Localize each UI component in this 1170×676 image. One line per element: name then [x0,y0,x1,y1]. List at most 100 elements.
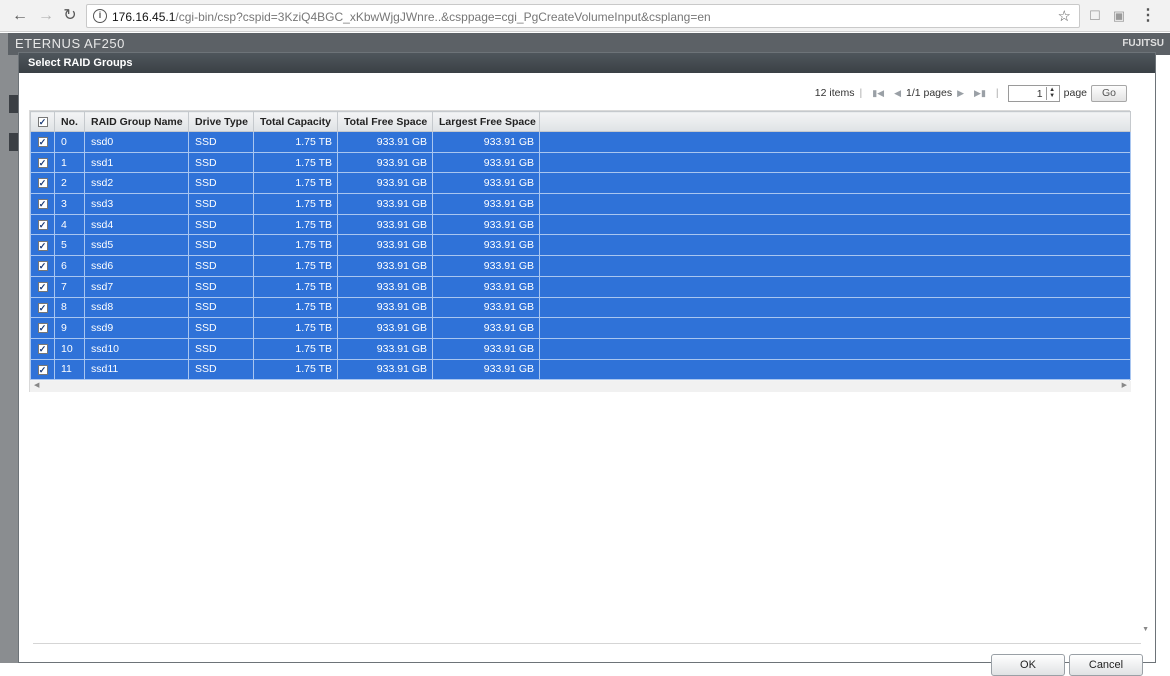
scroll-right-icon[interactable]: ▶ [1122,381,1127,389]
address-bar[interactable]: i 176.16.45.1/cgi-bin/csp?cspid=3KziQ4BG… [86,4,1080,28]
cell-total-capacity: 1.75 TB [253,358,338,381]
reload-icon[interactable]: ↻ [60,6,80,26]
forward-arrow-icon[interactable]: → [36,6,56,26]
row-checkbox[interactable]: ✓ [30,234,55,257]
page-number-value: 1 [1036,87,1043,100]
column-header-largest-free-space[interactable]: Largest Free Space [432,111,540,132]
kebab-menu-icon[interactable]: ⋮ [1140,5,1156,25]
row-checkbox[interactable]: ✓ [30,151,55,174]
first-page-icon[interactable]: ▮◀ [872,88,884,99]
ok-button[interactable]: OK [991,654,1065,676]
cell-name: ssd1 [84,151,189,174]
horizontal-scrollbar[interactable]: ◀ ▶ [30,381,1131,392]
column-header-total-capacity[interactable]: Total Capacity [253,111,338,132]
column-header-no[interactable]: No. [54,111,85,132]
scroll-left-icon[interactable]: ◀ [34,381,39,389]
checkbox-checked-icon[interactable]: ✓ [37,343,48,354]
table-row[interactable]: ✓ 5 ssd5 SSD 1.75 TB 933.91 GB 933.91 GB [30,234,1131,257]
checkbox-checked-icon[interactable]: ✓ [37,302,48,313]
scroll-down-icon[interactable]: ▼ [1142,626,1149,633]
column-header-total-free-space[interactable]: Total Free Space [337,111,433,132]
table-row[interactable]: ✓ 10 ssd10 SSD 1.75 TB 933.91 GB 933.91 GB [30,337,1131,360]
url-text[interactable]: 176.16.45.1/cgi-bin/csp?cspid=3KziQ4BGC_… [112,10,711,24]
cell-drive-type: SSD [188,337,254,360]
table-row[interactable]: ✓ 11 ssd11 SSD 1.75 TB 933.91 GB 933.91 GB [30,358,1131,381]
cell-drive-type: SSD [188,255,254,277]
cell-filler [539,317,1131,339]
cell-name: ssd4 [84,213,189,236]
cell-no: 1 [54,151,85,174]
cell-largest-free-space: 933.91 GB [432,193,540,215]
row-checkbox[interactable]: ✓ [30,255,55,277]
table-row[interactable]: ✓ 6 ssd6 SSD 1.75 TB 933.91 GB 933.91 GB [30,255,1131,277]
cell-filler [539,193,1131,215]
checkbox-checked-icon[interactable]: ✓ [37,178,48,189]
go-button[interactable]: Go [1091,84,1127,102]
cell-no: 9 [54,317,85,339]
checkbox-checked-icon[interactable]: ✓ [37,281,48,292]
cancel-button[interactable]: Cancel [1069,654,1143,676]
checkbox-checked-icon[interactable]: ✓ [37,240,48,251]
checkbox-checked-icon[interactable]: ✓ [37,364,48,375]
cell-total-capacity: 1.75 TB [253,172,338,195]
column-header-name[interactable]: RAID Group Name [84,111,189,132]
prev-page-icon[interactable]: ◀ [894,88,901,99]
background-mark [9,95,18,113]
table-row[interactable]: ✓ 1 ssd1 SSD 1.75 TB 933.91 GB 933.91 GB [30,151,1131,174]
cell-total-capacity: 1.75 TB [253,337,338,360]
extension-icon[interactable]: ☐ [1086,7,1104,25]
table-row[interactable]: ✓ 0 ssd0 SSD 1.75 TB 933.91 GB 933.91 GB [30,131,1131,153]
cell-filler [539,358,1131,381]
checkbox-checked-icon[interactable]: ✓ [37,137,48,148]
cell-largest-free-space: 933.91 GB [432,275,540,298]
row-checkbox[interactable]: ✓ [30,193,55,215]
cell-drive-type: SSD [188,151,254,174]
table-row[interactable]: ✓ 3 ssd3 SSD 1.75 TB 933.91 GB 933.91 GB [30,193,1131,215]
cell-total-free-space: 933.91 GB [337,358,433,381]
page-number-input[interactable]: 1 ▲ ▼ [1007,84,1060,102]
cell-filler [539,131,1131,153]
table-row[interactable]: ✓ 4 ssd4 SSD 1.75 TB 933.91 GB 933.91 GB [30,213,1131,236]
pdf-extension-icon[interactable]: ▣ [1110,7,1128,25]
table-row[interactable]: ✓ 8 ssd8 SSD 1.75 TB 933.91 GB 933.91 GB [30,296,1131,319]
back-arrow-icon[interactable]: ← [10,6,30,26]
cell-total-free-space: 933.91 GB [337,193,433,215]
cell-name: ssd11 [84,358,189,381]
column-header-drive-type[interactable]: Drive Type [188,111,254,132]
row-checkbox[interactable]: ✓ [30,337,55,360]
cell-total-capacity: 1.75 TB [253,131,338,153]
row-checkbox[interactable]: ✓ [30,317,55,339]
table-row[interactable]: ✓ 2 ssd2 SSD 1.75 TB 933.91 GB 933.91 GB [30,172,1131,195]
row-checkbox[interactable]: ✓ [30,296,55,319]
row-checkbox[interactable]: ✓ [30,172,55,195]
checkbox-checked-icon[interactable]: ✓ [37,116,48,127]
cell-no: 3 [54,193,85,215]
row-checkbox[interactable]: ✓ [30,131,55,153]
checkbox-checked-icon[interactable]: ✓ [37,219,48,230]
row-checkbox[interactable]: ✓ [30,358,55,381]
app-brand: ETERNUS AF250 [15,36,125,51]
item-count: 12 items [814,87,855,99]
checkbox-checked-icon[interactable]: ✓ [37,323,48,334]
checkbox-checked-icon[interactable]: ✓ [37,261,48,272]
dialog-title: Select RAID Groups [19,53,1155,73]
cell-drive-type: SSD [188,193,254,215]
row-checkbox[interactable]: ✓ [30,275,55,298]
next-page-icon[interactable]: ▶ [957,88,964,99]
cell-filler [539,296,1131,319]
row-checkbox[interactable]: ✓ [30,213,55,236]
cell-name: ssd8 [84,296,189,319]
last-page-icon[interactable]: ▶▮ [974,88,986,99]
select-all-checkbox[interactable]: ✓ [30,111,55,132]
star-icon[interactable]: ☆ [1058,7,1071,25]
checkbox-checked-icon[interactable]: ✓ [37,157,48,168]
cell-total-capacity: 1.75 TB [253,193,338,215]
table-row[interactable]: ✓ 9 ssd9 SSD 1.75 TB 933.91 GB 933.91 GB [30,317,1131,339]
url-host: 176.16.45.1 [112,10,176,24]
pager-separator: | [995,87,999,99]
info-icon[interactable]: i [93,9,107,23]
cell-largest-free-space: 933.91 GB [432,234,540,257]
checkbox-checked-icon[interactable]: ✓ [37,199,48,210]
table-row[interactable]: ✓ 7 ssd7 SSD 1.75 TB 933.91 GB 933.91 GB [30,275,1131,298]
page-spinner-icon[interactable]: ▲ ▼ [1045,86,1058,100]
